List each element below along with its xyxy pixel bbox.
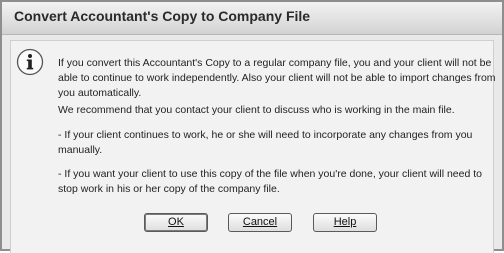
ok-button-label: OK <box>168 216 184 228</box>
window-title: Convert Accountant's Copy to Company Fil… <box>14 8 311 24</box>
cancel-button-label: Cancel <box>242 216 278 228</box>
message-paragraph-warning: If you convert this Accountant's Copy to… <box>58 57 496 99</box>
cancel-button[interactable]: Cancel <box>228 213 292 232</box>
help-button[interactable]: Help <box>313 213 377 232</box>
help-button-label: Help <box>333 216 357 228</box>
message-paragraph-use-copy: - If you want your client to use this co… <box>58 168 482 195</box>
ok-button[interactable]: OK <box>144 213 208 232</box>
message-paragraph-recommendation: We recommend that you contact your clien… <box>58 104 455 116</box>
title-bar[interactable]: Convert Accountant's Copy to Company Fil… <box>2 2 502 35</box>
message-paragraph-continue-work: - If your client continues to work, he o… <box>58 129 473 156</box>
info-icon <box>16 48 44 76</box>
